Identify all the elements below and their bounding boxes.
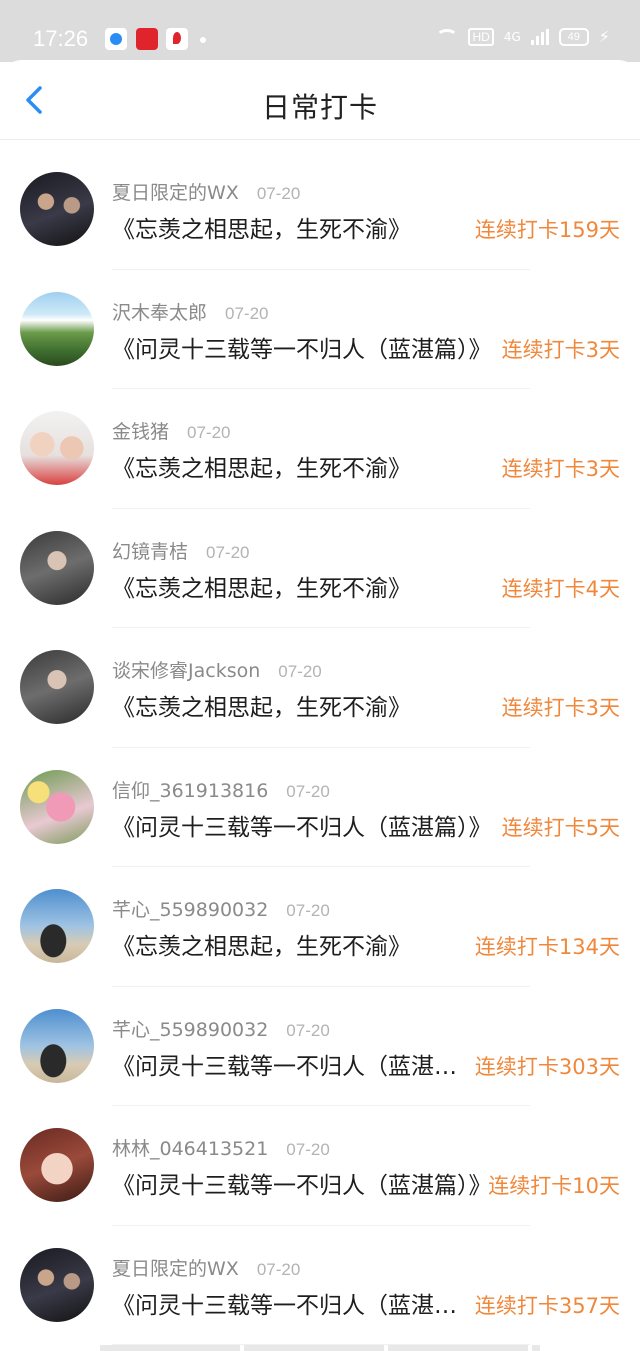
username[interactable]: 幻镜青桔: [112, 537, 188, 564]
page-title: 日常打卡: [261, 91, 378, 124]
item-meta: 夏日限定的WX 07-20: [112, 1254, 300, 1281]
avatar[interactable]: [20, 291, 94, 366]
wifi-icon: [436, 28, 459, 45]
list-item[interactable]: 林林_046413521 07-20 《问灵十三载等一不归人（蓝湛篇）》 连续打卡10…: [0, 1106, 640, 1226]
list-item[interactable]: 金钱猪 07-20 《忘羡之相思起，生死不渝》 连续打卡3天: [0, 389, 640, 509]
post-date: 07-20: [187, 423, 231, 442]
avatar[interactable]: [20, 769, 94, 844]
streak-badge: 连续打卡4天: [501, 576, 620, 601]
post-title[interactable]: 《问灵十三载等一不归人（蓝湛篇）》: [112, 808, 494, 842]
username[interactable]: 信仰_361913816: [112, 776, 268, 803]
streak-badge: 连续打卡3天: [501, 337, 620, 362]
post-date: 07-20: [256, 184, 301, 203]
streak-badge: 连续打卡3天: [501, 457, 620, 481]
item-meta: 林林_046413521 07-20: [112, 1134, 330, 1161]
streak-badge: 连续打卡134天: [474, 935, 620, 959]
username[interactable]: 林林_046413521: [112, 1134, 268, 1161]
post-date: 07-20: [286, 901, 330, 920]
streak-badge: 连续打卡3天: [501, 696, 620, 720]
post-title[interactable]: 《问灵十三载等一不归人（蓝湛篇）》: [112, 1166, 494, 1200]
post-title[interactable]: 《问灵十三载等一不归人（蓝湛篇）》: [112, 1286, 472, 1320]
post-date: 07-20: [225, 303, 269, 323]
post-title[interactable]: 《忘羡之相思起，生死不渝》: [112, 210, 472, 244]
app-notification-icon: [136, 28, 158, 50]
post-date: 07-20: [286, 1020, 330, 1040]
post-date: 07-20: [256, 1259, 301, 1279]
avatar[interactable]: [20, 1247, 94, 1322]
item-meta: 谈宋修睿Jackson 07-20: [112, 656, 322, 683]
post-title[interactable]: 《忘羡之相思起，生死不渝》: [112, 688, 494, 722]
list-item[interactable]: 谈宋修睿Jackson 07-20 《忘羡之相思起，生死不渝》 连续打卡3天: [0, 628, 640, 748]
avatar[interactable]: [20, 650, 94, 724]
streak-badge: 连续打卡5天: [501, 815, 620, 840]
avatar[interactable]: [20, 1128, 94, 1202]
username[interactable]: 芊心_559890032: [112, 1015, 268, 1042]
status-time: 17:26: [33, 26, 89, 51]
list-item[interactable]: 芊心_559890032 07-20 《问灵十三载等一不归人（蓝湛篇）》 连续打卡30…: [0, 987, 640, 1107]
post-date: 07-20: [286, 781, 330, 801]
avatar[interactable]: [20, 172, 94, 246]
avatar[interactable]: [20, 530, 94, 605]
streak-badge: 连续打卡357天: [474, 1293, 620, 1318]
map-notification-icon: [166, 28, 188, 50]
list-item[interactable]: 沢木奉太郎 07-20 《问灵十三载等一不归人（蓝湛篇）》 连续打卡3天: [0, 270, 640, 390]
username[interactable]: 夏日限定的WX: [112, 178, 239, 205]
post-title[interactable]: 《问灵十三载等一不归人（蓝湛篇）》: [112, 330, 494, 364]
app-notification-icon: [105, 28, 127, 50]
bottom-edge: [100, 1345, 540, 1351]
item-meta: 夏日限定的WX 07-20: [112, 178, 300, 205]
item-meta: 信仰_361913816 07-20: [112, 776, 330, 803]
post-title[interactable]: 《忘羡之相思起，生死不渝》: [112, 449, 494, 483]
username[interactable]: 金钱猪: [112, 417, 169, 444]
post-date: 07-20: [278, 662, 322, 681]
list-item[interactable]: 信仰_361913816 07-20 《问灵十三载等一不归人（蓝湛篇）》 连续打卡5天: [0, 748, 640, 868]
post-title[interactable]: 《忘羡之相思起，生死不渝》: [112, 927, 472, 961]
item-meta: 沢木奉太郎 07-20: [112, 298, 269, 325]
username[interactable]: 谈宋修睿Jackson: [112, 656, 260, 683]
hd-icon: HD: [468, 27, 494, 46]
avatar[interactable]: [20, 1008, 94, 1083]
status-bar: 17:26 HD 4G 49 ⚡: [0, 0, 640, 62]
item-meta: 芊心_559890032 07-20: [112, 895, 330, 922]
battery-icon: 49: [558, 27, 589, 46]
username[interactable]: 沢木奉太郎: [112, 298, 207, 325]
item-meta: 芊心_559890032 07-20: [112, 1015, 330, 1042]
post-date: 07-20: [206, 542, 250, 562]
item-meta: 金钱猪 07-20: [112, 417, 231, 444]
signal-icon: [530, 28, 549, 45]
status-indicators: HD 4G 49 ⚡: [436, 27, 610, 46]
list-item[interactable]: 夏日限定的WX 07-20 《问灵十三载等一不归人（蓝湛篇）》 连续打卡357天: [0, 1226, 640, 1346]
list-item[interactable]: 夏日限定的WX 07-20 《忘羡之相思起，生死不渝》 连续打卡159天: [0, 150, 640, 270]
network-label: 4G: [503, 29, 521, 44]
navigation-header: 日常打卡: [0, 60, 640, 140]
charging-icon: ⚡: [598, 27, 610, 46]
list-item[interactable]: 芊心_559890032 07-20 《忘羡之相思起，生死不渝》 连续打卡134天: [0, 867, 640, 987]
streak-badge: 连续打卡10天: [488, 1174, 620, 1198]
streak-badge: 连续打卡303天: [474, 1054, 620, 1079]
username[interactable]: 夏日限定的WX: [112, 1254, 239, 1281]
post-title[interactable]: 《忘羡之相思起，生死不渝》: [112, 569, 494, 603]
post-title[interactable]: 《问灵十三载等一不归人（蓝湛篇）》: [112, 1047, 472, 1081]
streak-badge: 连续打卡159天: [474, 218, 620, 242]
list-item[interactable]: 幻镜青桔 07-20 《忘羡之相思起，生死不渝》 连续打卡4天: [0, 509, 640, 629]
avatar[interactable]: [20, 889, 94, 963]
post-date: 07-20: [286, 1140, 330, 1159]
username[interactable]: 芊心_559890032: [112, 895, 268, 922]
avatar[interactable]: [20, 411, 94, 485]
more-notifications-icon: [200, 37, 206, 43]
item-meta: 幻镜青桔 07-20: [112, 537, 250, 564]
checkin-list: 夏日限定的WX 07-20 《忘羡之相思起，生死不渝》 连续打卡159天 沢木奉太郎 07…: [0, 150, 640, 1345]
